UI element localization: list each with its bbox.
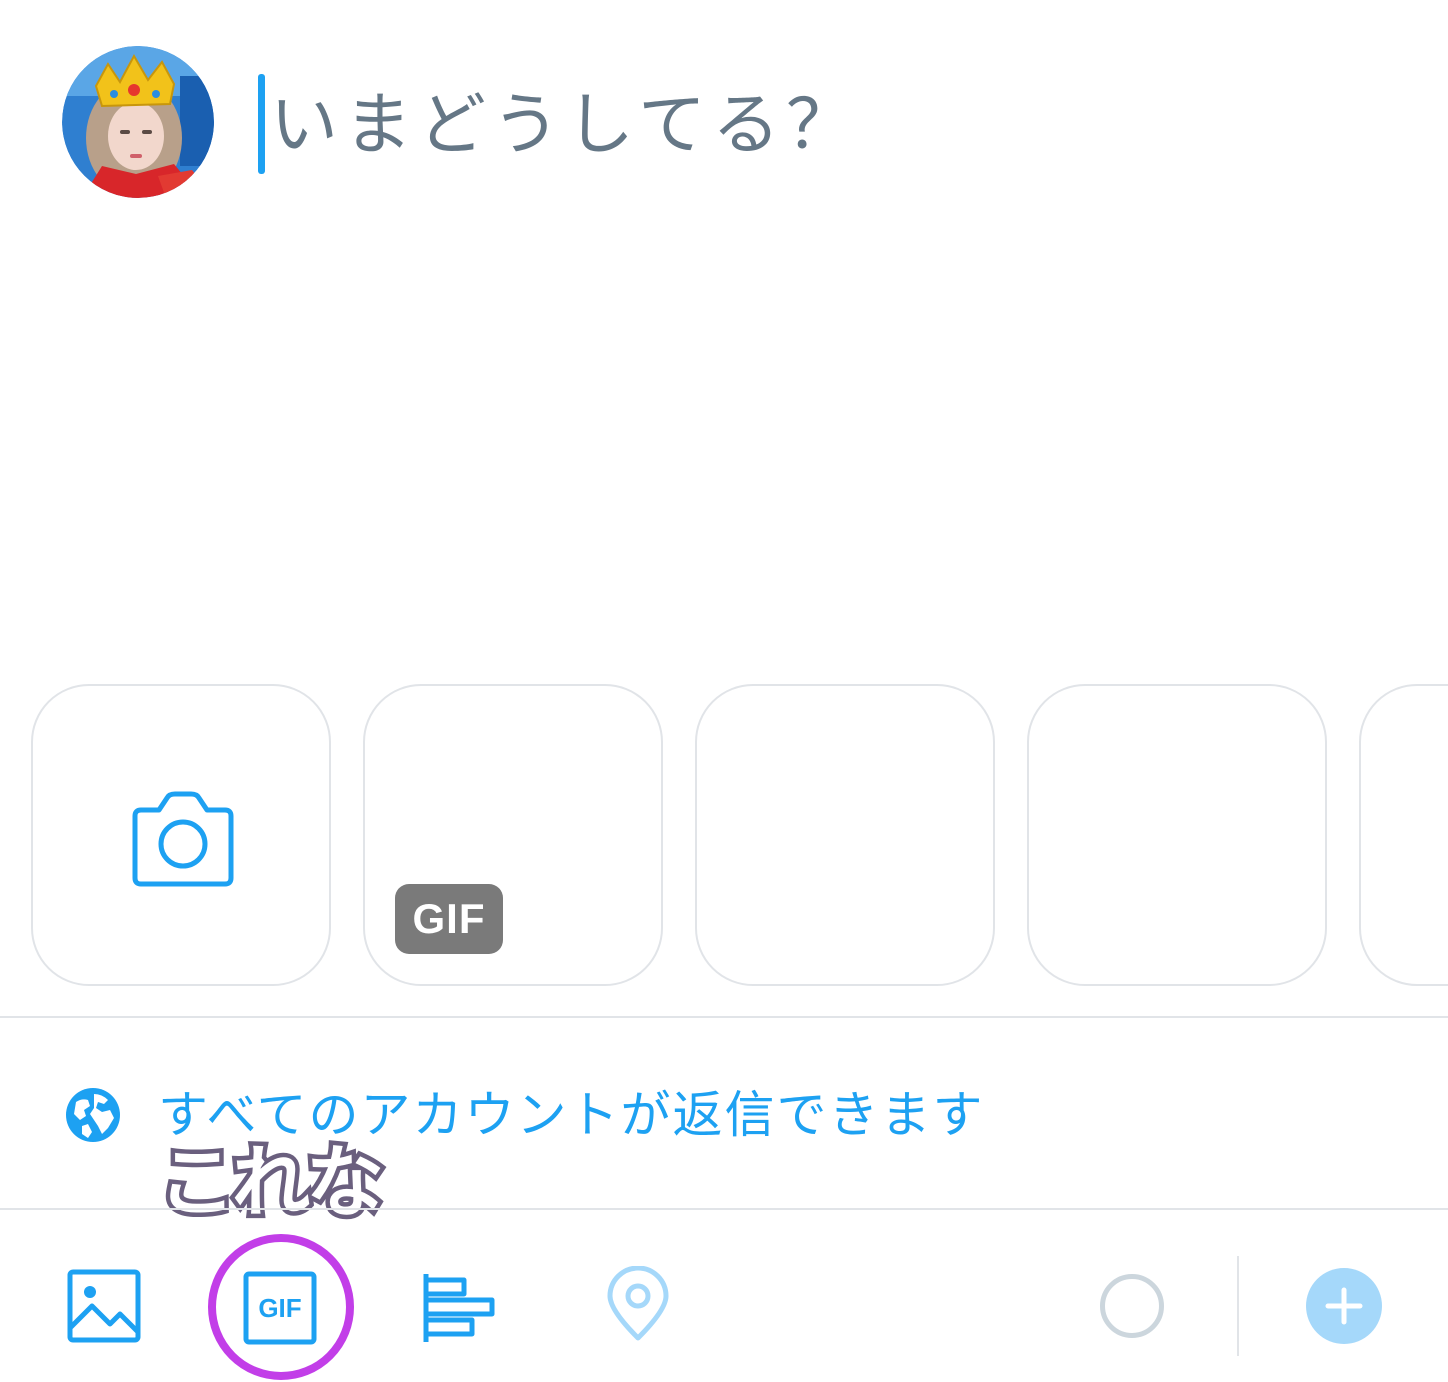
plus-icon [1325, 1287, 1363, 1325]
text-cursor [258, 74, 265, 174]
divider [0, 1208, 1448, 1210]
compose-placeholder: いまどうしてる？ [270, 86, 860, 165]
globe-icon [66, 1088, 120, 1142]
camera-tile[interactable] [31, 684, 331, 986]
gif-icon: GIF [243, 1271, 317, 1345]
divider [0, 1016, 1448, 1018]
gif-preview-tile[interactable]: GIF [363, 684, 663, 986]
media-tile[interactable] [695, 684, 995, 986]
character-count-ring [1100, 1274, 1164, 1338]
gif-icon-label: GIF [258, 1293, 301, 1323]
image-button[interactable] [66, 1268, 142, 1344]
toolbar-separator [1237, 1256, 1239, 1356]
poll-button[interactable] [420, 1270, 496, 1346]
avatar[interactable] [62, 46, 214, 198]
gif-badge: GIF [395, 884, 503, 954]
poll-icon [423, 1274, 495, 1342]
user-avatar-image [62, 46, 214, 198]
location-icon [607, 1266, 669, 1341]
compose-tweet-screen: いまどうしてる？ GIF すべてのアカウントが返信できます これな GIF [0, 0, 1448, 1382]
media-tile[interactable] [1359, 684, 1448, 986]
media-picker-strip: GIF [0, 684, 1448, 986]
add-tweet-button[interactable] [1306, 1268, 1382, 1344]
image-icon [67, 1269, 141, 1343]
location-button[interactable] [600, 1266, 676, 1342]
gif-button[interactable]: GIF [242, 1270, 318, 1346]
annotation-text: これな [153, 1134, 388, 1233]
camera-icon [132, 791, 234, 887]
media-tile[interactable] [1027, 684, 1327, 986]
